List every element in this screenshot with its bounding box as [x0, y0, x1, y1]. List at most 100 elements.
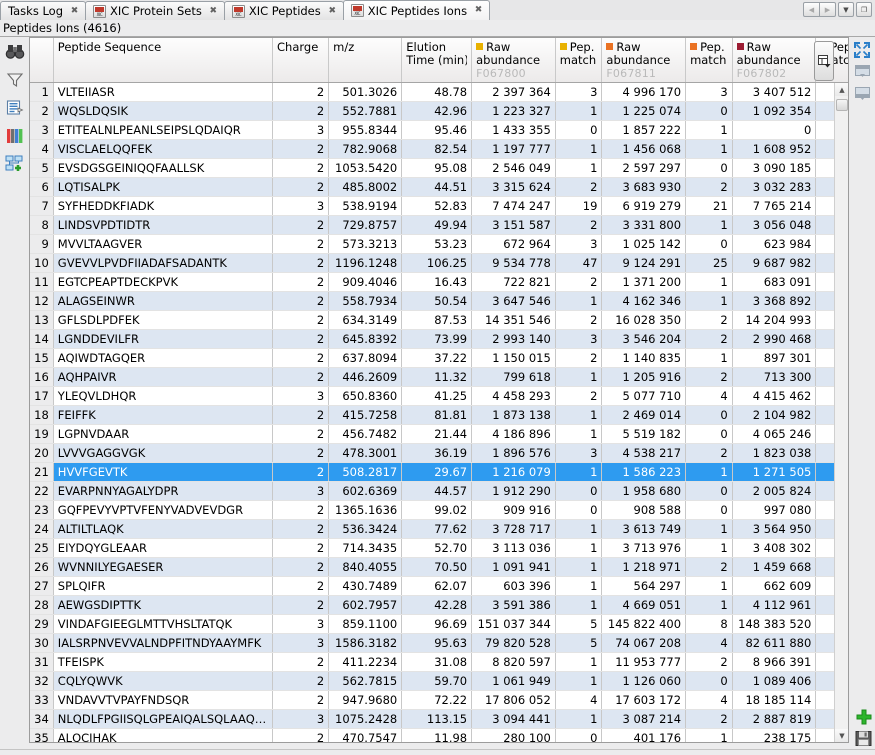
cell-raw2[interactable]: 1 025 142 — [602, 234, 686, 253]
cell-mz[interactable]: 478.3001 — [329, 443, 402, 462]
cell-seq[interactable]: AEWGSDIPTTK — [53, 595, 272, 614]
cell-seq[interactable]: LVVVGAGGVGK — [53, 443, 272, 462]
cell-seq[interactable]: FEIFFK — [53, 405, 272, 424]
cell-charge[interactable]: 2 — [273, 500, 329, 519]
cell-raw1[interactable]: 1 896 576 — [472, 443, 556, 462]
cell-pep2[interactable]: 21 — [686, 196, 733, 215]
cell-idx[interactable]: 20 — [30, 443, 53, 462]
cell-raw3[interactable]: 238 175 — [732, 728, 816, 743]
cell-seq[interactable]: LINDSVPDTIDTR — [53, 215, 272, 234]
cell-pep2[interactable]: 0 — [686, 158, 733, 177]
cell-pep1[interactable]: 1 — [555, 367, 602, 386]
cell-pep2[interactable]: 2 — [686, 557, 733, 576]
cell-charge[interactable]: 2 — [273, 253, 329, 272]
cell-raw3[interactable]: 1 459 668 — [732, 557, 816, 576]
cell-raw1[interactable]: 2 993 140 — [472, 329, 556, 348]
cell-etime[interactable]: 21.44 — [402, 424, 472, 443]
cell-etime[interactable]: 36.19 — [402, 443, 472, 462]
cell-mz[interactable]: 859.1100 — [329, 614, 402, 633]
table-row[interactable]: 3ETITEALNLPEANLSEIPSLQDAIQR3955.834495.4… — [30, 120, 849, 139]
cell-etime[interactable]: 11.32 — [402, 367, 472, 386]
cell-raw1[interactable]: 3 094 441 — [472, 709, 556, 728]
table-row[interactable]: 8LINDSVPDTIDTR2729.875749.943 151 58723 … — [30, 215, 849, 234]
table-row[interactable]: 11EGTCPEAPTDECKPVK2909.404616.43722 8212… — [30, 272, 849, 291]
cell-charge[interactable]: 2 — [273, 652, 329, 671]
cell-idx[interactable]: 29 — [30, 614, 53, 633]
cell-raw3[interactable]: 3 408 302 — [732, 538, 816, 557]
cell-etime[interactable]: 31.08 — [402, 652, 472, 671]
cell-idx[interactable]: 13 — [30, 310, 53, 329]
table-row[interactable]: 32CQLYQWVK2562.781559.701 061 94911 126 … — [30, 671, 849, 690]
cell-seq[interactable]: TFEISPK — [53, 652, 272, 671]
cell-charge[interactable]: 2 — [273, 405, 329, 424]
cell-raw1[interactable]: 672 964 — [472, 234, 556, 253]
cell-raw3[interactable]: 3 032 283 — [732, 177, 816, 196]
cell-etime[interactable]: 73.99 — [402, 329, 472, 348]
cell-raw2[interactable]: 1 218 971 — [602, 557, 686, 576]
cell-seq[interactable]: GFLSDLPDFEK — [53, 310, 272, 329]
cell-raw3[interactable]: 3 056 048 — [732, 215, 816, 234]
cell-seq[interactable]: LGPNVDAAR — [53, 424, 272, 443]
table-row[interactable]: 15AQIWDTAGQER2637.809437.221 150 01521 1… — [30, 348, 849, 367]
cell-charge[interactable]: 2 — [273, 272, 329, 291]
cell-raw2[interactable]: 1 857 222 — [602, 120, 686, 139]
column-header-raw2[interactable]: RawabundanceF067811 — [602, 38, 686, 82]
cell-pep2[interactable]: 1 — [686, 728, 733, 743]
cell-idx[interactable]: 25 — [30, 538, 53, 557]
cell-pep2[interactable]: 2 — [686, 652, 733, 671]
cell-etime[interactable]: 70.50 — [402, 557, 472, 576]
cell-mz[interactable]: 1196.1248 — [329, 253, 402, 272]
table-row[interactable]: 4VISCLAELQQFEK2782.906882.541 197 77711 … — [30, 139, 849, 158]
cell-charge[interactable]: 2 — [273, 671, 329, 690]
cell-etime[interactable]: 87.53 — [402, 310, 472, 329]
cell-pep2[interactable]: 1 — [686, 519, 733, 538]
cell-pep1[interactable]: 1 — [555, 462, 602, 481]
cell-raw2[interactable]: 2 597 297 — [602, 158, 686, 177]
cell-mz[interactable]: 501.3026 — [329, 82, 402, 101]
cell-raw2[interactable]: 1 456 068 — [602, 139, 686, 158]
cell-seq[interactable]: GVEVVLPVDFIIADAFSADANTK — [53, 253, 272, 272]
cell-idx[interactable]: 27 — [30, 576, 53, 595]
table-row[interactable]: 18FEIFFK2415.725881.811 873 13812 469 01… — [30, 405, 849, 424]
cell-etime[interactable]: 99.02 — [402, 500, 472, 519]
cell-mz[interactable]: 1075.2428 — [329, 709, 402, 728]
table-row[interactable]: 10GVEVVLPVDFIIADAFSADANTK21196.1248106.2… — [30, 253, 849, 272]
scroll-up-button[interactable]: ▲ — [835, 83, 849, 96]
cell-pep1[interactable]: 2 — [555, 386, 602, 405]
cell-pep2[interactable]: 2 — [686, 709, 733, 728]
cell-pep1[interactable]: 3 — [555, 82, 602, 101]
cell-etime[interactable]: 37.22 — [402, 348, 472, 367]
cell-raw3[interactable]: 4 112 961 — [732, 595, 816, 614]
tab-close-icon[interactable]: ✖ — [327, 6, 338, 17]
cell-pep1[interactable]: 1 — [555, 538, 602, 557]
table-row[interactable]: 17YLEQVLDHQR3650.836041.254 458 29325 07… — [30, 386, 849, 405]
cell-etime[interactable]: 96.69 — [402, 614, 472, 633]
cell-raw2[interactable]: 1 958 680 — [602, 481, 686, 500]
column-header-raw3[interactable]: RawabundanceF067802 — [732, 38, 816, 82]
cell-idx[interactable]: 9 — [30, 234, 53, 253]
cell-raw1[interactable]: 3 591 386 — [472, 595, 556, 614]
cell-idx[interactable]: 33 — [30, 690, 53, 709]
table-row[interactable]: 23GQFPEVYVPTVFENYVADVEVDGR21365.163699.0… — [30, 500, 849, 519]
cell-raw3[interactable]: 3 368 892 — [732, 291, 816, 310]
cell-etime[interactable]: 52.70 — [402, 538, 472, 557]
cell-raw2[interactable]: 1 225 074 — [602, 101, 686, 120]
cell-raw3[interactable]: 623 984 — [732, 234, 816, 253]
column-header-raw1[interactable]: RawabundanceF067800 — [472, 38, 556, 82]
cell-charge[interactable]: 2 — [273, 538, 329, 557]
cell-raw1[interactable]: 4 458 293 — [472, 386, 556, 405]
cell-raw3[interactable]: 2 887 819 — [732, 709, 816, 728]
cell-seq[interactable]: ETITEALNLPEANLSEIPSLQDAIQR — [53, 120, 272, 139]
cell-etime[interactable]: 59.70 — [402, 671, 472, 690]
cell-raw3[interactable]: 0 — [732, 120, 816, 139]
cell-raw3[interactable]: 3 564 950 — [732, 519, 816, 538]
cell-seq[interactable]: HVVFGEVTK — [53, 462, 272, 481]
cell-raw2[interactable]: 1 140 835 — [602, 348, 686, 367]
cell-pep1[interactable]: 3 — [555, 443, 602, 462]
table-row[interactable]: 33VNDAVVTVPAYFNDSQR2947.968072.2217 806 … — [30, 690, 849, 709]
table-row[interactable]: 24ALTILTLAQK2536.342477.623 728 71713 61… — [30, 519, 849, 538]
cell-idx[interactable]: 5 — [30, 158, 53, 177]
cell-etime[interactable]: 72.22 — [402, 690, 472, 709]
cell-pep2[interactable]: 0 — [686, 405, 733, 424]
cell-mz[interactable]: 602.7957 — [329, 595, 402, 614]
